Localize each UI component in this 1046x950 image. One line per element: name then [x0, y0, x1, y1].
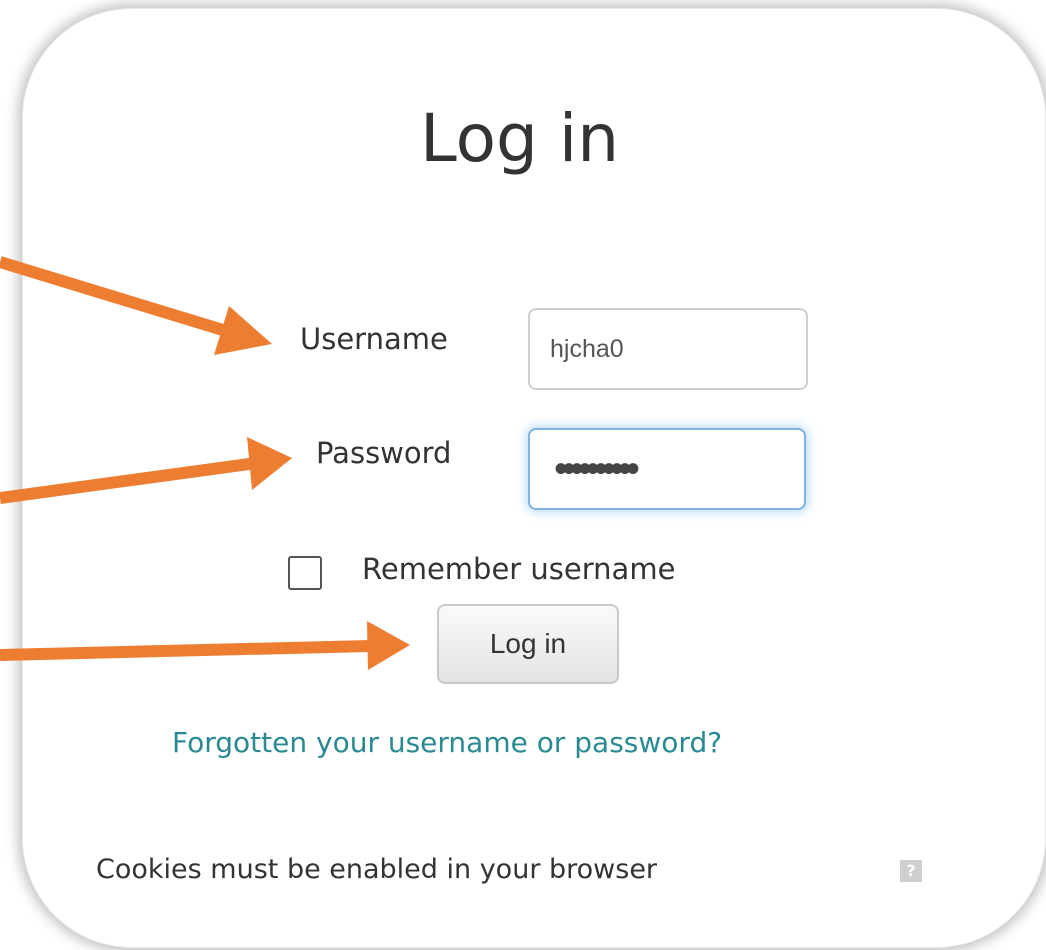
page-title: Log in	[420, 100, 620, 177]
cookies-note: Cookies must be enabled in your browser	[96, 854, 658, 885]
password-label: Password	[316, 436, 452, 470]
help-icon[interactable]: ?	[900, 860, 922, 882]
remember-username-checkbox[interactable]	[288, 556, 322, 590]
login-screen: Log in Username Password Remember userna…	[0, 0, 1046, 950]
login-button[interactable]: Log in	[437, 604, 619, 684]
remember-username-label[interactable]: Remember username	[362, 552, 675, 586]
password-field[interactable]	[528, 428, 806, 510]
username-field[interactable]	[528, 308, 808, 390]
forgot-password-link[interactable]: Forgotten your username or password?	[172, 726, 722, 759]
username-label: Username	[300, 322, 448, 356]
